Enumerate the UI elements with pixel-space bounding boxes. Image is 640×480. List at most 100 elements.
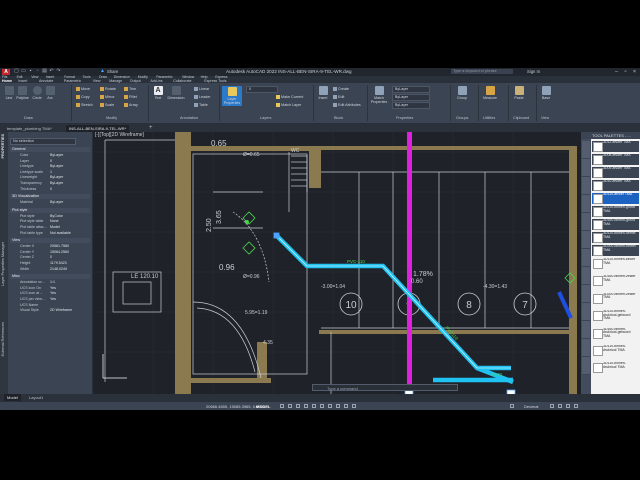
linear-button[interactable]: Linear <box>194 87 209 92</box>
property-row[interactable]: Thickness 0 <box>10 187 88 192</box>
osnap-icon[interactable] <box>312 404 316 408</box>
polyline-button[interactable]: Polyline <box>16 86 29 100</box>
transparency-icon[interactable] <box>336 404 340 408</box>
property-row[interactable]: Height 1179.5423 <box>10 261 88 266</box>
view-controls-label[interactable]: [-][Top][2D Wireframe] <box>95 132 145 138</box>
grid-icon[interactable] <box>280 404 284 408</box>
property-value[interactable]: ByLayer <box>50 200 63 205</box>
pipe-grip[interactable] <box>273 232 280 239</box>
share-icon[interactable]: ▲ <box>100 69 105 74</box>
tool-item[interactable]: 3D160-binnen-zinker TMA <box>592 275 639 287</box>
match-properties-button[interactable]: Match Properties <box>370 86 388 104</box>
tool-item[interactable]: 3D12-afvoer TMA <box>592 141 639 152</box>
property-value[interactable]: None <box>50 219 59 224</box>
tool-item[interactable]: 3D09-afvoer TMA <box>592 167 639 178</box>
print-icon[interactable]: ▤ <box>42 69 47 74</box>
property-row[interactable]: Width 2148.0249 <box>10 267 88 272</box>
annotation-scale-icon[interactable] <box>352 404 356 408</box>
tool-item[interactable]: 3D160-binnen-drukriool-geboord TMA <box>592 328 639 339</box>
fillet-button[interactable]: Fillet <box>124 95 137 100</box>
property-row[interactable]: Center Y 15064.2560 <box>10 250 88 255</box>
property-value[interactable]: 15064.2560 <box>50 250 69 255</box>
tool-item[interactable]: 3D110-binnen-drukriool TMA <box>592 362 639 374</box>
property-row[interactable]: Plot style ByColor <box>10 214 88 219</box>
model-tab[interactable]: Model <box>4 394 21 401</box>
circle-button[interactable]: Circle <box>31 86 43 100</box>
customization-icon[interactable] <box>574 404 578 408</box>
property-value[interactable]: Yes <box>50 286 56 291</box>
property-value[interactable]: 0 <box>50 159 52 164</box>
property-value[interactable]: ByLayer <box>50 153 63 158</box>
new-tab-icon[interactable]: + <box>146 125 156 132</box>
workspace-icon[interactable] <box>510 404 514 408</box>
property-row[interactable]: UCS icon at ... Yes <box>10 291 88 296</box>
property-row[interactable]: UCS Name <box>10 303 88 308</box>
insert-button[interactable]: Insert <box>316 86 330 100</box>
polar-icon[interactable] <box>304 404 308 408</box>
new-file-icon[interactable]: ▢ <box>14 69 19 74</box>
section-misc[interactable]: Misc <box>10 274 90 280</box>
property-row[interactable]: Material ByLayer <box>10 200 88 205</box>
layer-combo[interactable]: 0 <box>246 86 278 93</box>
save-icon[interactable]: ▪ <box>28 69 33 74</box>
section-viz[interactable]: 3D Visualization <box>10 194 90 200</box>
drawing-svg[interactable]: 10 9 8 7 <box>93 132 581 394</box>
property-row[interactable]: Linetype ByLayer <box>10 164 88 169</box>
property-row[interactable]: Annotation sc... 1:1 <box>10 280 88 285</box>
text-button[interactable]: A Text <box>152 86 164 100</box>
property-row[interactable]: Layer 0 <box>10 159 88 164</box>
scale-button[interactable]: Scale <box>100 103 114 108</box>
tool-item[interactable]: 3D110-binnen-grond TMA <box>592 206 639 217</box>
create-block-button[interactable]: Create <box>333 87 349 92</box>
property-row[interactable]: Transparency ByLayer <box>10 181 88 186</box>
tool-item[interactable]: 3D160-binnen-grond TMA <box>592 219 639 230</box>
section-general[interactable]: General <box>10 147 90 152</box>
edit-block-button[interactable]: Edit <box>333 95 344 100</box>
tool-item[interactable]: 3D200-binnen-hemel TMA <box>592 245 639 256</box>
base-view-button[interactable]: Base <box>540 86 552 100</box>
property-value[interactable]: 1:1 <box>50 280 55 285</box>
tool-item[interactable]: 3D110-binnen-hemel TMA <box>592 232 639 243</box>
lineweight-icon[interactable] <box>328 404 332 408</box>
measure-button[interactable]: Measure <box>482 86 498 100</box>
property-row[interactable]: UCS icon On Yes <box>10 286 88 291</box>
tool-item[interactable]: 3D110-afvoer TMA <box>592 193 639 204</box>
tool-item[interactable]: 3D10-afvoer TMA <box>592 180 639 191</box>
property-value[interactable]: Model <box>50 225 60 230</box>
table-button[interactable]: Table <box>194 103 208 108</box>
stretch-button[interactable]: Stretch <box>76 103 93 108</box>
search-input[interactable]: Type a keyword or phrase <box>451 69 513 74</box>
close-icon[interactable]: × <box>630 68 639 76</box>
property-row[interactable]: Plot table attac... Model <box>10 225 88 230</box>
paste-button[interactable]: Paste <box>512 86 526 100</box>
property-value[interactable]: ByLayer <box>50 175 63 180</box>
ortho-icon[interactable] <box>296 404 300 408</box>
property-value[interactable]: ByLayer <box>50 181 63 186</box>
layer-properties-button[interactable]: Layer Properties <box>222 86 242 106</box>
linetype-combo[interactable]: ByLayer <box>392 94 430 101</box>
undo-icon[interactable]: ↶ <box>49 69 54 74</box>
model-space-button[interactable]: MODEL <box>256 404 270 409</box>
property-value[interactable]: 0 <box>50 255 52 260</box>
dimension-button[interactable]: Dimension <box>166 86 186 100</box>
save-as-icon[interactable]: ▫ <box>35 69 40 74</box>
arc-button[interactable]: Arc <box>44 86 56 100</box>
group-button[interactable]: Group <box>455 86 469 100</box>
edit-attributes-button[interactable]: Edit Attributes <box>333 103 361 108</box>
selection-cycling-icon[interactable] <box>344 404 348 408</box>
section-view[interactable]: View <box>10 238 90 244</box>
minimize-icon[interactable]: – <box>612 68 621 76</box>
command-line[interactable]: Type a command <box>312 384 458 391</box>
tool-item[interactable]: 3D110-binnen-zinker TMA <box>592 258 639 269</box>
property-value[interactable]: 20561.7580 <box>50 244 69 249</box>
drawing-canvas[interactable]: 10 9 8 7 <box>93 132 581 394</box>
mirror-button[interactable]: Mirror <box>100 95 115 100</box>
property-row[interactable]: Lineweight ByLayer <box>10 175 88 180</box>
property-row[interactable]: Plot style table None <box>10 219 88 224</box>
lineweight-combo[interactable]: ByLayer <box>392 102 430 109</box>
file-tab-active[interactable]: INS-ALL-BEN-SIRA-9-TEL-WR* <box>66 125 130 132</box>
tool-item[interactable]: 3D110-binnen-drukriool TMA <box>592 345 639 356</box>
tool-item[interactable]: 3D110-binnen-drukriool-geboord TMA <box>592 310 639 322</box>
maximize-icon[interactable]: ▫ <box>621 68 630 76</box>
redo-icon[interactable]: ↷ <box>56 69 61 74</box>
